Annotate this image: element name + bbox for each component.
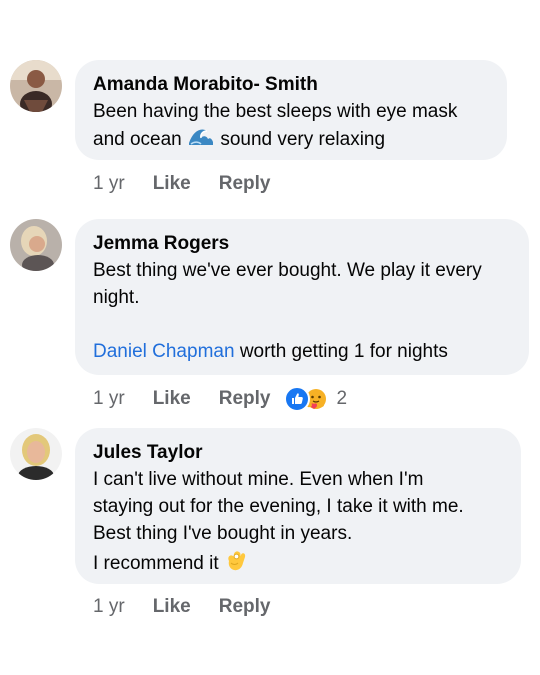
comment-text-line: Best thing we've ever bought. We play it… [93, 260, 482, 281]
reply-button[interactable]: Reply [219, 596, 271, 618]
comment-text-line: night. [93, 287, 140, 308]
comment-text-line: Best thing I've bought in years. [93, 523, 353, 544]
comment-text-line: Been having the best sleeps with eye mas… [93, 101, 458, 122]
avatar[interactable] [10, 219, 62, 271]
reaction-summary[interactable]: 2 [284, 386, 347, 412]
comment-actions: 1 yr Like Reply 2 [93, 385, 347, 413]
avatar[interactable] [10, 428, 62, 480]
ok-hand-emoji [224, 547, 248, 581]
timestamp[interactable]: 1 yr [93, 173, 125, 195]
reply-button[interactable]: Reply [219, 173, 271, 195]
wave-emoji [187, 125, 215, 155]
comment-actions: 1 yr Like Reply [93, 170, 270, 198]
comment-bubble: Jules Taylor I can't live without mine. … [75, 428, 521, 584]
reply-button[interactable]: Reply [219, 388, 271, 410]
comment-author[interactable]: Jules Taylor [93, 440, 503, 466]
comment-author[interactable]: Jemma Rogers [93, 231, 511, 257]
like-button[interactable]: Like [153, 388, 191, 410]
comment-author[interactable]: Amanda Morabito- Smith [93, 72, 489, 98]
comment-text-line: and ocean sound very relaxing [93, 125, 489, 155]
timestamp[interactable]: 1 yr [93, 388, 125, 410]
timestamp[interactable]: 1 yr [93, 596, 125, 618]
comment-bubble: Jemma Rogers Best thing we've ever bough… [75, 219, 529, 375]
comment-bubble: Amanda Morabito- Smith Been having the b… [75, 60, 507, 160]
like-reaction-icon [284, 386, 311, 412]
comment-spacer [93, 311, 511, 338]
comment-text-line: Daniel Chapman worth getting 1 for night… [93, 341, 448, 362]
like-button[interactable]: Like [153, 596, 191, 618]
mention-link[interactable]: Daniel Chapman [93, 341, 235, 362]
avatar[interactable] [10, 60, 62, 112]
comment-text-line: I recommend it [93, 547, 503, 581]
reaction-count: 2 [336, 388, 348, 409]
comment-text-line: I can't live without mine. Even when I'm [93, 469, 424, 490]
like-button[interactable]: Like [153, 173, 191, 195]
comment-actions: 1 yr Like Reply [93, 593, 270, 621]
comment-text-line: staying out for the evening, I take it w… [93, 496, 464, 517]
